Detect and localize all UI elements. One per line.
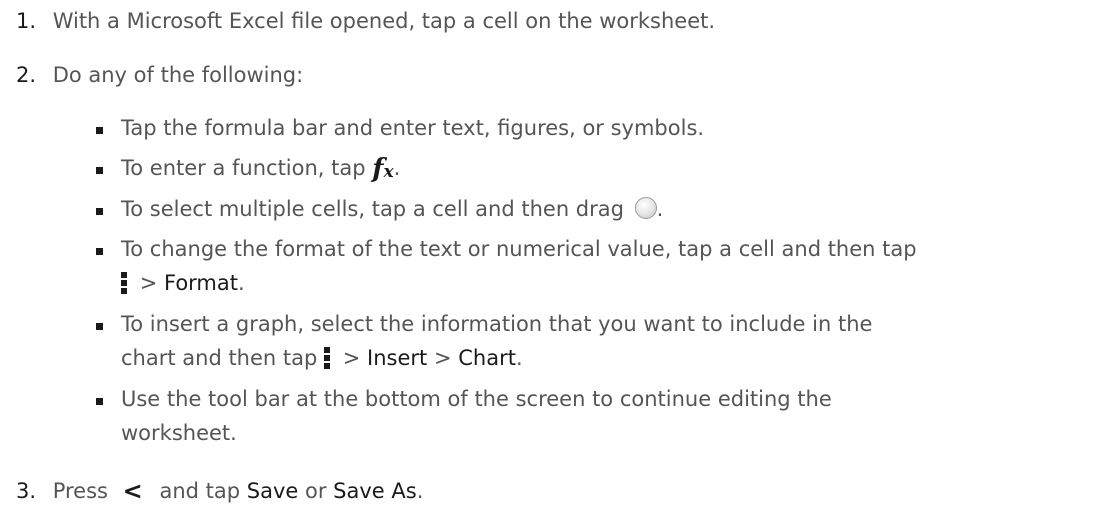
bullet-item-continuation: chart and then tap > Insert > Chart. [121, 346, 523, 370]
bullet-marker [96, 167, 103, 174]
back-icon: < [122, 477, 143, 505]
bullet-text: Tap the formula bar and enter text, figu… [121, 116, 705, 140]
bullet-text: Use the tool bar at the bottom of the sc… [121, 387, 832, 411]
menu-icon [121, 272, 127, 294]
save-as-keyword: Save As [333, 479, 417, 503]
menu-separator: > [139, 271, 158, 295]
insert-keyword: Insert [367, 346, 428, 370]
step-number: 3. [16, 479, 37, 503]
bullet-text: To change the format of the text or nume… [121, 237, 917, 261]
menu-separator: > [342, 346, 361, 370]
step-text: Press [52, 479, 108, 503]
bullet-item-continuation: > Format. [121, 271, 245, 295]
bullet-item: To change the format of the text or nume… [121, 237, 917, 261]
menu-separator: > [433, 346, 452, 370]
step-number: 2. [16, 63, 37, 87]
bullet-marker [96, 127, 103, 134]
step-3: 3. Press < and tap Save or Save As. [16, 477, 423, 505]
menu-icon [324, 347, 331, 369]
bullet-text: To enter a function, tap [121, 156, 366, 180]
bullet-text-end: . [393, 156, 401, 180]
bullet-item: To enter a function, tap fx. [121, 156, 400, 182]
bullet-marker [96, 323, 103, 330]
bullet-item: To select multiple cells, tap a cell and… [121, 197, 663, 221]
step-text: With a Microsoft Excel file opened, tap … [52, 9, 716, 33]
bullet-text: To insert a graph, select the informatio… [121, 312, 873, 336]
chart-keyword: Chart [458, 346, 516, 370]
step-text: or [305, 479, 327, 503]
bullet-text-end: . [238, 271, 245, 295]
bullet-text-end: . [515, 346, 523, 370]
bullet-text: chart and then tap [121, 346, 318, 370]
selection-handle-icon [634, 197, 657, 219]
bullet-item: Use the tool bar at the bottom of the sc… [121, 387, 832, 411]
save-keyword: Save [246, 479, 299, 503]
bullet-marker [96, 248, 103, 255]
step-text-end: . [416, 479, 424, 503]
step-text: Do any of the following: [52, 63, 304, 87]
bullet-text: worksheet. [121, 421, 237, 445]
bullet-item: Tap the formula bar and enter text, figu… [121, 116, 704, 140]
fx-icon: fx [372, 154, 394, 184]
bullet-text: To select multiple cells, tap a cell and… [121, 197, 624, 221]
bullet-item-continuation: worksheet. [121, 421, 237, 445]
step-1: 1. With a Microsoft Excel file opened, t… [16, 9, 715, 33]
step-number: 1. [16, 9, 37, 33]
bullet-text-end: . [656, 197, 664, 221]
bullet-item: To insert a graph, select the informatio… [121, 312, 872, 336]
step-2: 2. Do any of the following: [16, 63, 303, 87]
format-keyword: Format [163, 271, 238, 295]
bullet-marker [96, 208, 103, 215]
instruction-document: 1. With a Microsoft Excel file opened, t… [0, 0, 1117, 516]
bullet-marker [96, 398, 103, 405]
step-text: and tap [159, 479, 241, 503]
